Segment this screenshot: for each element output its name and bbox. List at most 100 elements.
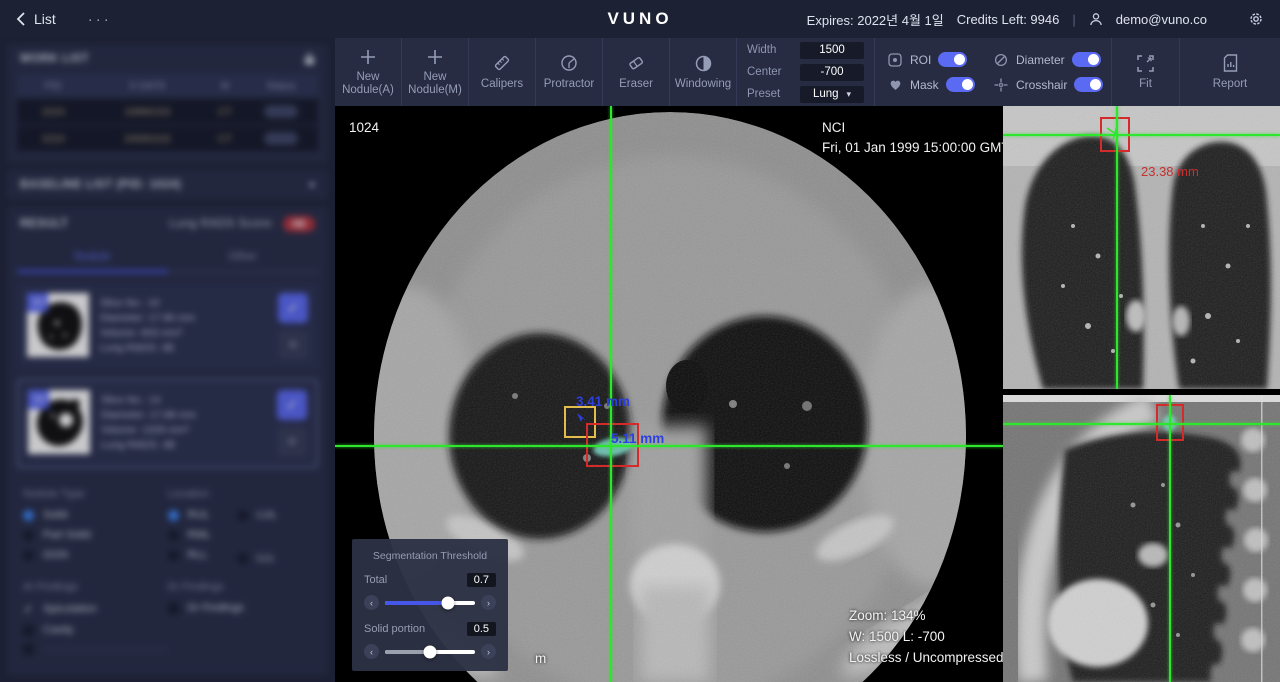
sagittal-crosshair-horizontal[interactable] bbox=[1003, 423, 1280, 425]
total-slider-label: Total bbox=[364, 574, 387, 586]
center-input[interactable] bbox=[800, 64, 864, 81]
roi-icon bbox=[887, 53, 903, 67]
confirm-nodule-button[interactable]: ✓ bbox=[277, 390, 307, 420]
windowing-button[interactable]: Windowing bbox=[670, 38, 737, 106]
mask-toggle[interactable] bbox=[946, 77, 975, 92]
new-nodule-a-button[interactable]: New Nodule(A) bbox=[335, 38, 402, 106]
tool-label: Windowing bbox=[672, 78, 734, 91]
checkbox-spiculation[interactable]: ✓Spiculation bbox=[23, 602, 168, 616]
credits-label: Credits Left: 9946 bbox=[957, 12, 1060, 27]
coronal-crosshair-vertical[interactable] bbox=[1116, 106, 1118, 389]
fit-button[interactable]: Fit bbox=[1112, 38, 1180, 106]
radio-part-solid[interactable]: Part Solid bbox=[23, 529, 168, 541]
axial-crosshair-horizontal[interactable] bbox=[335, 445, 1003, 447]
width-input[interactable] bbox=[800, 42, 864, 59]
solid-portion-decrement-button[interactable]: ‹ bbox=[364, 644, 379, 659]
sagittal-ct-image[interactable] bbox=[1003, 395, 1280, 682]
status-badge bbox=[264, 132, 298, 145]
pointer-marker-icon bbox=[575, 412, 587, 425]
baseline-list-panel[interactable]: BASELINE LIST (PID: 1024) ▾ bbox=[7, 170, 328, 200]
sagittal-viewer[interactable] bbox=[1003, 395, 1280, 682]
back-to-list-button[interactable]: List bbox=[16, 11, 56, 27]
radio-rll[interactable]: RLL bbox=[168, 549, 211, 561]
slice-badge: 10 bbox=[27, 293, 48, 312]
axial-viewer[interactable]: 3.41 mm 5.11 mm 1024 NCI Fri, 01 Jan 199… bbox=[335, 106, 1003, 682]
eraser-button[interactable]: Eraser bbox=[603, 38, 670, 106]
tab-other[interactable]: Other bbox=[168, 243, 319, 271]
total-slider-fill bbox=[385, 601, 448, 605]
protractor-icon bbox=[560, 54, 578, 73]
lock-icon bbox=[304, 53, 315, 65]
diameter-toggle[interactable] bbox=[1072, 52, 1101, 67]
work-list-table: PID S DATE M Status 1024 19990102 CT 102… bbox=[17, 74, 318, 151]
radio-ggn[interactable]: GGN bbox=[23, 549, 168, 561]
nodule-form: Nodule Type Solid Part Solid GGN Locatio… bbox=[7, 477, 328, 676]
mask-icon bbox=[887, 79, 903, 91]
delete-nodule-button[interactable]: ✕ bbox=[278, 330, 308, 360]
protractor-button[interactable]: Protractor bbox=[536, 38, 603, 106]
more-menu-button[interactable]: ··· bbox=[88, 11, 112, 28]
option-label: Solid bbox=[43, 509, 67, 521]
work-list-row[interactable]: 1024 19990102 CT bbox=[17, 99, 318, 124]
report-button[interactable]: Report bbox=[1180, 38, 1280, 106]
tool-label: New Nodule(A) bbox=[335, 71, 401, 97]
expires-label: Expires: 2022년 4월 1일 bbox=[807, 10, 944, 29]
crosshair-toggle[interactable] bbox=[1074, 77, 1103, 92]
radio-lll[interactable]: LLL bbox=[237, 552, 277, 564]
column-header: Status bbox=[244, 80, 318, 92]
radio-solid[interactable]: Solid bbox=[23, 509, 168, 521]
coronal-crosshair-horizontal[interactable] bbox=[1003, 134, 1280, 136]
width-label: Width bbox=[747, 44, 776, 56]
roi-toggle[interactable] bbox=[938, 52, 967, 67]
checkbox-cavity[interactable]: Cavity bbox=[23, 624, 168, 636]
solid-portion-slider-track[interactable] bbox=[385, 650, 475, 654]
option-label: Dr Findings bbox=[188, 602, 244, 614]
radio-icon bbox=[237, 553, 248, 564]
calipers-button[interactable]: Calipers bbox=[469, 38, 536, 106]
work-list-row[interactable]: 1024 20000102 CT bbox=[17, 126, 318, 151]
nodule-card[interactable]: 14 Slice No.: 14 Diameter: 17.88 mm Volu… bbox=[17, 379, 318, 468]
total-increment-button[interactable]: › bbox=[481, 595, 496, 610]
sagittal-crosshair-vertical[interactable] bbox=[1169, 395, 1171, 682]
lung-rads-score-label: Lung RADS Score: bbox=[169, 218, 274, 230]
tool-label: Calipers bbox=[478, 78, 526, 91]
nodule-card[interactable]: 10 Slice No.: 10 Diameter: 17.96 mm Volu… bbox=[17, 283, 318, 370]
option-label: LLL bbox=[257, 552, 275, 564]
option-label: Cavity bbox=[43, 624, 74, 636]
checkbox-dr-findings[interactable]: Dr Findings bbox=[168, 602, 313, 614]
user-email[interactable]: demo@vuno.co bbox=[1116, 12, 1207, 27]
fit-screen-icon bbox=[1137, 54, 1154, 73]
chevron-down-icon: ▾ bbox=[847, 89, 852, 100]
option-label: RUL bbox=[188, 509, 210, 521]
vuno-lungct-app: List ··· VUNO Expires: 2022년 4월 1일 Credi… bbox=[0, 0, 1280, 682]
delete-nodule-button[interactable]: ✕ bbox=[277, 427, 307, 457]
solid-portion-increment-button[interactable]: › bbox=[481, 644, 496, 659]
location-label: Location bbox=[168, 488, 313, 500]
total-slider-thumb[interactable] bbox=[442, 596, 455, 609]
collapse-chevron-icon[interactable]: ▾ bbox=[309, 180, 315, 191]
vuno-logo: VUNO bbox=[607, 0, 672, 38]
radio-lul[interactable]: LUL bbox=[237, 509, 277, 521]
column-header: M bbox=[206, 80, 244, 92]
radio-rml[interactable]: RML bbox=[168, 529, 211, 541]
check-icon: ✓ bbox=[23, 602, 34, 616]
card-lung-rads: Lung RADS: 4B bbox=[100, 341, 267, 356]
center-label: Center bbox=[747, 66, 782, 78]
text-input-underline[interactable] bbox=[45, 649, 168, 650]
new-nodule-m-button[interactable]: New Nodule(M) bbox=[402, 38, 469, 106]
tab-nodule[interactable]: Nodule bbox=[17, 243, 168, 271]
radio-rul[interactable]: RUL bbox=[168, 509, 211, 521]
preset-select[interactable]: Lung ▾ bbox=[800, 86, 864, 103]
crosshair-toggle-label: Crosshair bbox=[1016, 78, 1067, 92]
nodule-type-label: Nodule Type bbox=[23, 488, 168, 500]
confirm-nodule-button[interactable]: ✓ bbox=[278, 293, 308, 323]
measurement-label-large: 5.11 mm bbox=[611, 431, 664, 446]
total-slider-track[interactable] bbox=[385, 601, 475, 605]
total-decrement-button[interactable]: ‹ bbox=[364, 595, 379, 610]
coronal-viewer[interactable]: 23.38 mm bbox=[1003, 106, 1280, 389]
result-title: RESULT bbox=[20, 218, 68, 230]
coronal-ct-image[interactable] bbox=[1003, 106, 1280, 389]
settings-gear-icon[interactable] bbox=[1248, 11, 1264, 27]
solid-portion-slider-thumb[interactable] bbox=[424, 645, 437, 658]
checkbox-custom-finding[interactable] bbox=[23, 644, 168, 655]
